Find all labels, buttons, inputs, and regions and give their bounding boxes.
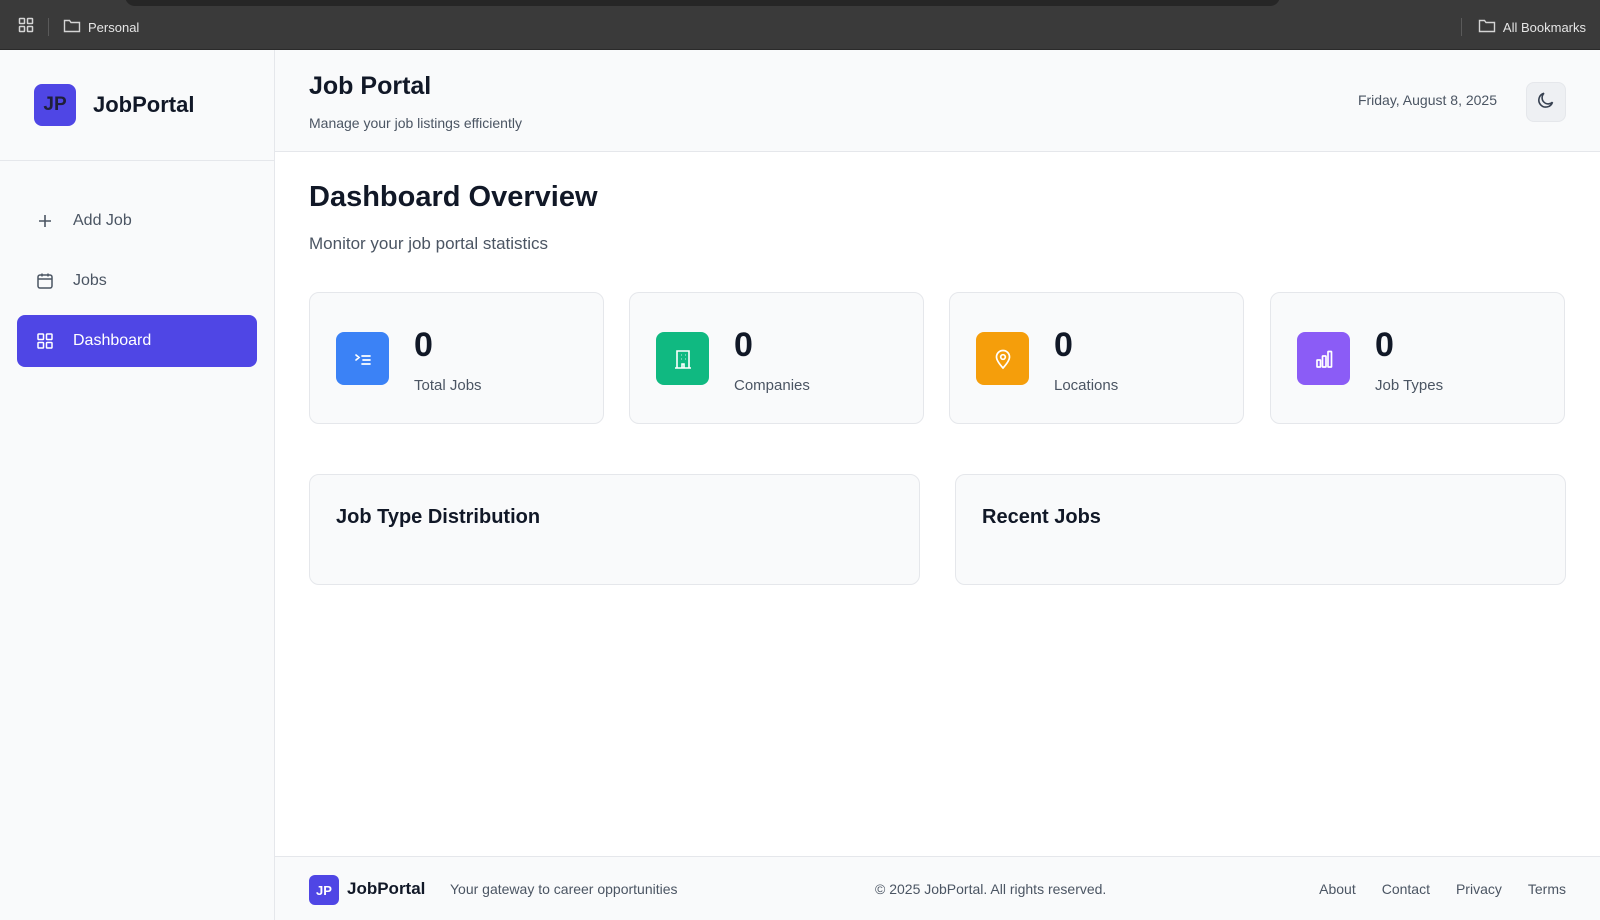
stat-value: 0 bbox=[1054, 326, 1073, 364]
footer-copyright: © 2025 JobPortal. All rights reserved. bbox=[875, 881, 1107, 897]
bookmarks-divider bbox=[1460, 18, 1462, 36]
list-icon bbox=[336, 332, 389, 385]
bookmark-label: Personal bbox=[88, 19, 140, 35]
stat-value: 0 bbox=[734, 326, 753, 364]
footer-link-contact[interactable]: Contact bbox=[1382, 881, 1430, 897]
folder-icon bbox=[63, 18, 81, 36]
building-icon bbox=[656, 332, 709, 385]
sidebar-item-label: Dashboard bbox=[73, 332, 152, 349]
moon-icon bbox=[1536, 90, 1556, 115]
sidebar-item-jobs[interactable]: Jobs bbox=[17, 255, 257, 307]
footer-links: About Contact Privacy Terms bbox=[1319, 881, 1566, 897]
job-type-distribution-panel: Job Type Distribution bbox=[309, 474, 920, 585]
bar-chart-icon bbox=[1297, 332, 1350, 385]
map-pin-icon bbox=[976, 332, 1029, 385]
sidebar-item-dashboard[interactable]: Dashboard bbox=[17, 315, 257, 367]
bookmarks-right: All Bookmarks bbox=[1460, 17, 1586, 37]
sidebar: JP JobPortal Add Job Jobs Dashboard bbox=[0, 50, 275, 920]
stat-value: 0 bbox=[1375, 326, 1394, 364]
footer-brand: JobPortal bbox=[347, 879, 426, 898]
footer-link-privacy[interactable]: Privacy bbox=[1456, 881, 1502, 897]
main-header: Job Portal Manage your job listings effi… bbox=[275, 50, 1600, 152]
stat-card-locations: 0 Locations bbox=[949, 292, 1244, 424]
bookmark-personal[interactable]: Personal bbox=[63, 18, 139, 36]
dashboard-title: Dashboard Overview bbox=[309, 181, 598, 213]
grid-icon bbox=[35, 331, 55, 351]
page-title: Job Portal bbox=[309, 72, 432, 100]
sidebar-nav: Add Job Jobs Dashboard bbox=[0, 161, 274, 367]
folder-icon bbox=[1478, 18, 1496, 36]
stat-label: Job Types bbox=[1375, 377, 1444, 394]
footer: JP JobPortal Your gateway to career oppo… bbox=[275, 856, 1600, 920]
stat-label: Companies bbox=[734, 377, 810, 394]
panel-title: Job Type Distribution bbox=[336, 506, 541, 528]
bookmarks-divider bbox=[48, 18, 49, 36]
sidebar-item-label: Add Job bbox=[73, 212, 132, 229]
dashboard-subtitle: Monitor your job portal statistics bbox=[309, 234, 549, 253]
footer-tagline: Your gateway to career opportunities bbox=[450, 881, 678, 897]
bookmarks-bar: Personal All Bookmarks bbox=[0, 0, 1600, 50]
stat-card-total-jobs: 0 Total Jobs bbox=[309, 292, 604, 424]
panel-title: Recent Jobs bbox=[982, 506, 1101, 528]
tab-strip-edge bbox=[125, 0, 1280, 6]
stat-label: Total Jobs bbox=[414, 377, 482, 394]
calendar-icon bbox=[35, 271, 55, 291]
stat-value: 0 bbox=[414, 326, 433, 364]
all-bookmarks-button[interactable]: All Bookmarks bbox=[1478, 18, 1586, 36]
stat-card-companies: 0 Companies bbox=[629, 292, 924, 424]
plus-icon bbox=[35, 211, 55, 231]
current-date: Friday, August 8, 2025 bbox=[1357, 92, 1497, 108]
sidebar-item-label: Jobs bbox=[73, 272, 107, 289]
recent-jobs-panel: Recent Jobs bbox=[955, 474, 1566, 585]
brand-name: JobPortal bbox=[93, 92, 195, 117]
brand-logo: JP bbox=[34, 84, 76, 126]
sidebar-item-add-job[interactable]: Add Job bbox=[17, 195, 257, 247]
footer-link-terms[interactable]: Terms bbox=[1528, 881, 1566, 897]
stat-label: Locations bbox=[1054, 377, 1119, 394]
bookmarks-left: Personal bbox=[18, 17, 139, 37]
theme-toggle-button[interactable] bbox=[1526, 82, 1566, 122]
all-bookmarks-label: All Bookmarks bbox=[1502, 19, 1586, 35]
sidebar-brand[interactable]: JP JobPortal bbox=[0, 50, 274, 161]
page-subtitle: Manage your job listings efficiently bbox=[309, 115, 522, 131]
stat-card-job-types: 0 Job Types bbox=[1270, 292, 1565, 424]
footer-link-about[interactable]: About bbox=[1319, 881, 1356, 897]
footer-logo: JP bbox=[309, 875, 339, 905]
apps-grid-icon[interactable] bbox=[18, 17, 34, 38]
